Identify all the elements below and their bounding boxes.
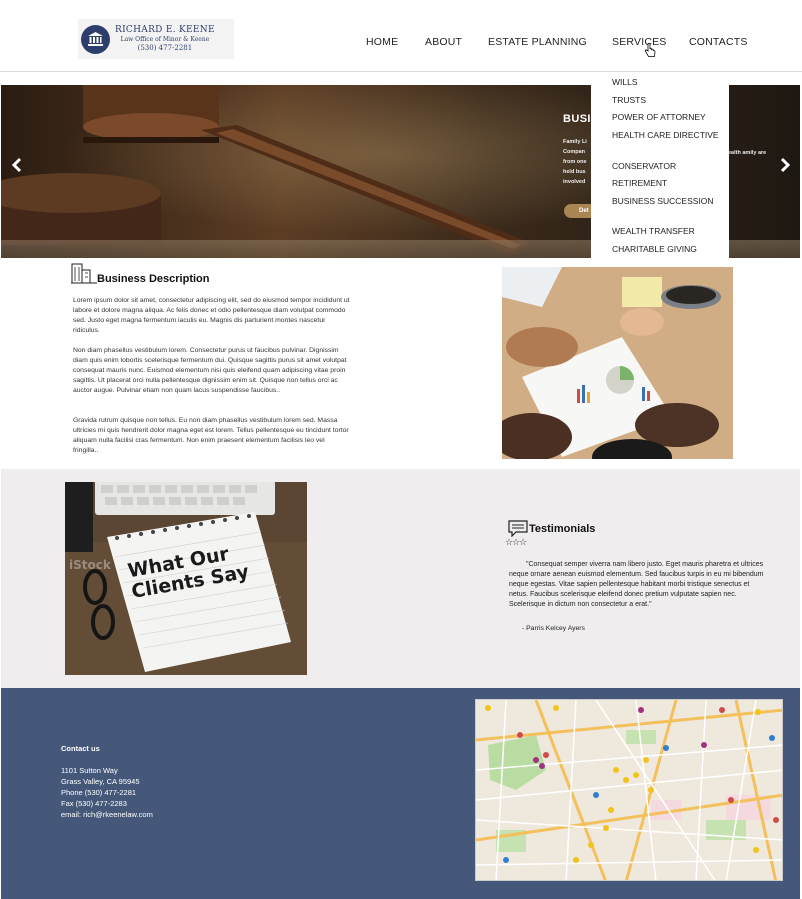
nav-contacts[interactable]: CONTACTS [689, 36, 748, 48]
logo-subtitle: Law Office of Minor & Keene [120, 36, 210, 43]
stock-watermark: iStock [69, 558, 111, 572]
nav-estate-planning[interactable]: ESTATE PLANNING [488, 36, 587, 48]
hero-text: Family Li Compan from one held bus invol… [563, 139, 587, 185]
contact-title: Contact us [61, 744, 100, 753]
menu-item-charitable-giving[interactable]: CHARITABLE GIVING [612, 243, 722, 256]
logo-phone: (530) 477-2281 [137, 44, 193, 52]
chevron-right-icon[interactable] [779, 157, 791, 173]
menu-item-conservator[interactable]: CONSERVATOR [612, 160, 722, 173]
chat-bubble-icon [507, 519, 529, 538]
location-map[interactable] [475, 699, 783, 881]
courthouse-seal-icon [81, 24, 110, 54]
services-dropdown: WILLS TRUSTS POWER OF ATTORNEY HEALTH CA… [591, 72, 729, 258]
contact-address: 1101 Sutton Way [61, 766, 118, 775]
site-header: RICHARD E. KEENE Law Office of Minor & K… [0, 0, 802, 72]
hero-text-right: ealth amily are [728, 150, 767, 156]
testimonials-title: Testimonials [529, 523, 596, 535]
menu-item-wills[interactable]: WILLS [612, 76, 722, 89]
business-title: Business Description [97, 273, 210, 285]
menu-item-wealth-transfer[interactable]: WEALTH TRANSFER [612, 225, 722, 238]
nav-services[interactable]: SERVICES [612, 36, 667, 48]
contact-email[interactable]: email: rich@rkeenelaw.com [61, 810, 153, 819]
meeting-photo [502, 267, 733, 459]
menu-item-health-care-directive[interactable]: HEALTH CARE DIRECTIVE [612, 129, 722, 142]
site-logo[interactable]: RICHARD E. KEENE Law Office of Minor & K… [78, 19, 234, 59]
contact-phone[interactable]: Phone (530) 477-2281 [61, 788, 136, 797]
logo-text: RICHARD E. KEENE Law Office of Minor & K… [115, 26, 215, 52]
menu-item-power-of-attorney[interactable]: POWER OF ATTORNEY [612, 111, 722, 124]
business-paragraph: Non diam phasellus vestibulum lorem. Con… [73, 347, 347, 394]
nav-home[interactable]: HOME [366, 36, 398, 48]
contact-city: Grass Valley, CA 95945 [61, 777, 140, 786]
building-icon [71, 263, 97, 284]
hero-title: BUSI [563, 113, 591, 125]
menu-item-retirement[interactable]: RETIREMENT [612, 177, 722, 190]
business-paragraph: Lorem ipsum dolor sit amet, consectetur … [73, 297, 350, 334]
rating-stars: ☆☆☆ [505, 538, 527, 548]
menu-item-business-succession[interactable]: BUSINESS SUCCESSION [612, 195, 722, 208]
testimonial-quote: "Consequat semper viverra nam libero jus… [509, 561, 764, 608]
hand-pointer-icon [644, 43, 656, 58]
chevron-left-icon[interactable] [11, 157, 23, 173]
clients-say-photo: What Our Clients Say iStock [65, 482, 307, 675]
testimonial-author: - Parris Kelcey Ayers [522, 625, 585, 632]
logo-name: RICHARD E. KEENE [115, 25, 215, 35]
nav-about[interactable]: ABOUT [425, 36, 462, 48]
business-paragraph: Gravida rutrum quisque non tellus. Eu no… [73, 417, 349, 454]
contact-fax: Fax (530) 477-2283 [61, 799, 127, 808]
menu-item-trusts[interactable]: TRUSTS [612, 94, 722, 107]
